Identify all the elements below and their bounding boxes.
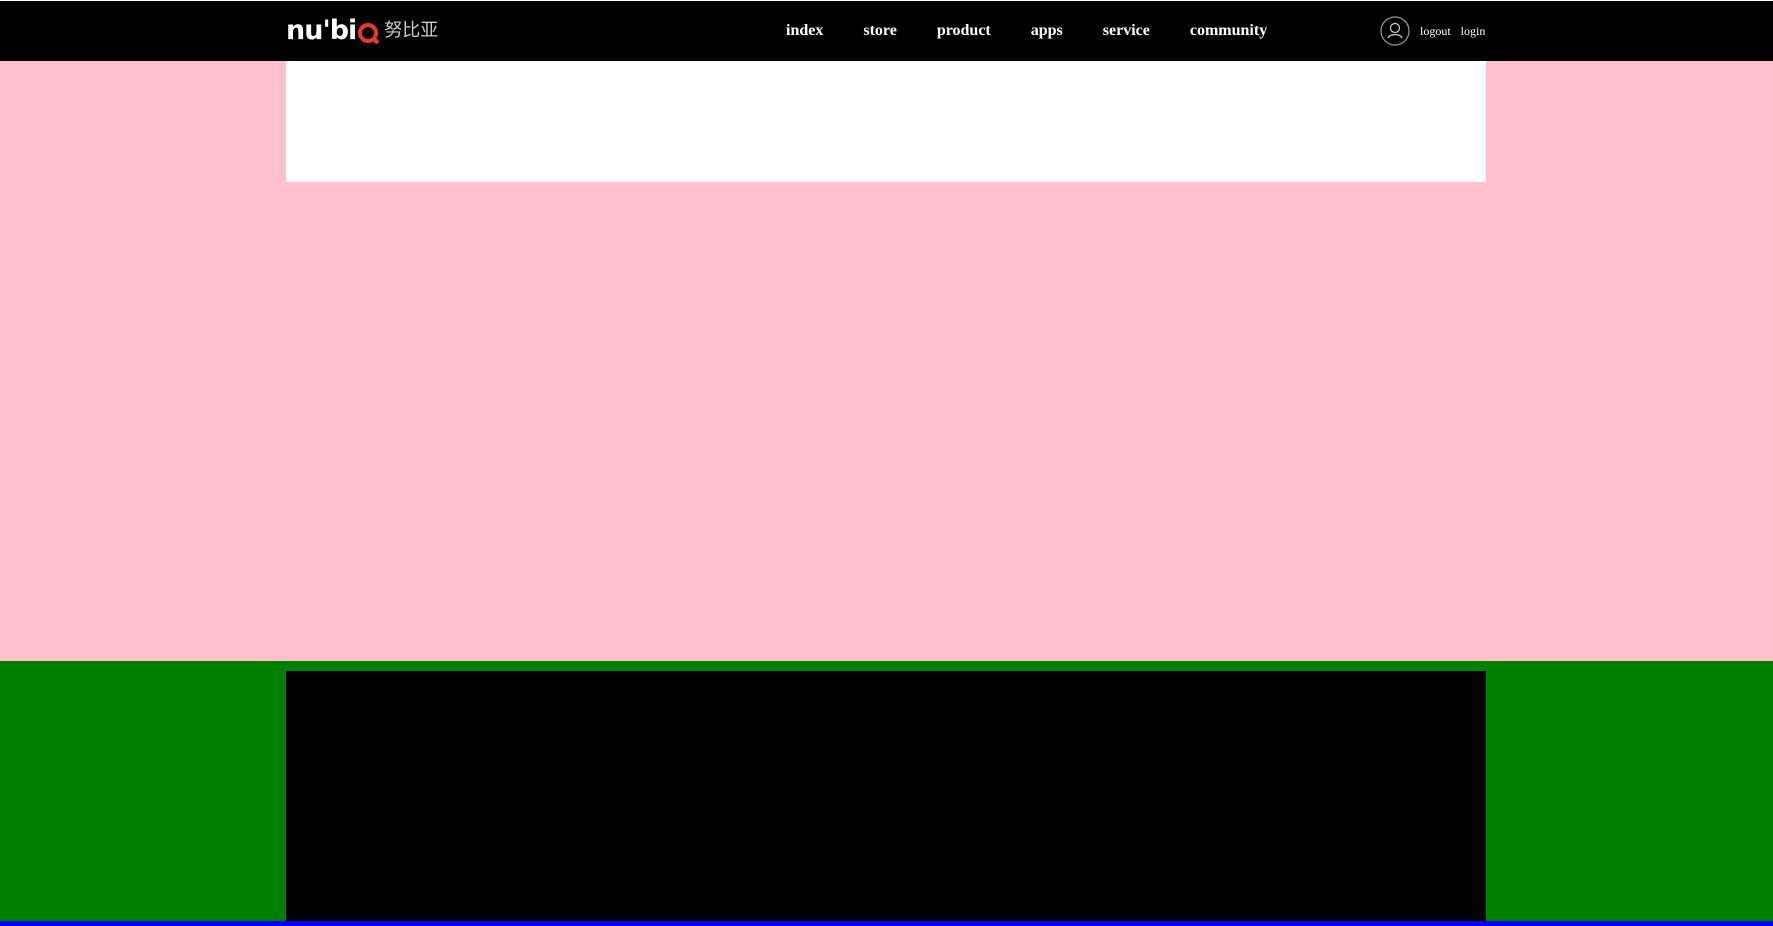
nav-item-store[interactable]: store — [863, 22, 896, 40]
logo-chinese-name: 努比亚 — [384, 20, 439, 41]
hero-section — [0, 61, 1773, 661]
main-nav: index store product apps service communi… — [786, 1, 1267, 61]
logo-wordmark: nu'bi — [286, 15, 357, 46]
banner-area — [286, 61, 1486, 182]
user-avatar-icon[interactable] — [1380, 16, 1410, 46]
nav-item-service[interactable]: service — [1103, 22, 1150, 40]
nubia-logo[interactable]: nu'bi 努比亚 — [286, 17, 438, 45]
logo-ring-icon — [358, 23, 380, 44]
nav-item-community[interactable]: community — [1190, 22, 1267, 40]
login-link[interactable]: login — [1461, 24, 1486, 39]
account-area: logout login — [1380, 1, 1485, 61]
nav-item-product[interactable]: product — [937, 22, 991, 40]
logout-link[interactable]: logout — [1420, 24, 1451, 39]
footer-strip — [0, 921, 1773, 926]
site-header: nu'bi 努比亚 index store product apps servi… — [0, 1, 1773, 61]
content-section — [0, 661, 1773, 921]
nav-item-apps[interactable]: apps — [1031, 22, 1063, 40]
content-panel — [286, 671, 1486, 921]
nav-item-index[interactable]: index — [786, 22, 823, 40]
